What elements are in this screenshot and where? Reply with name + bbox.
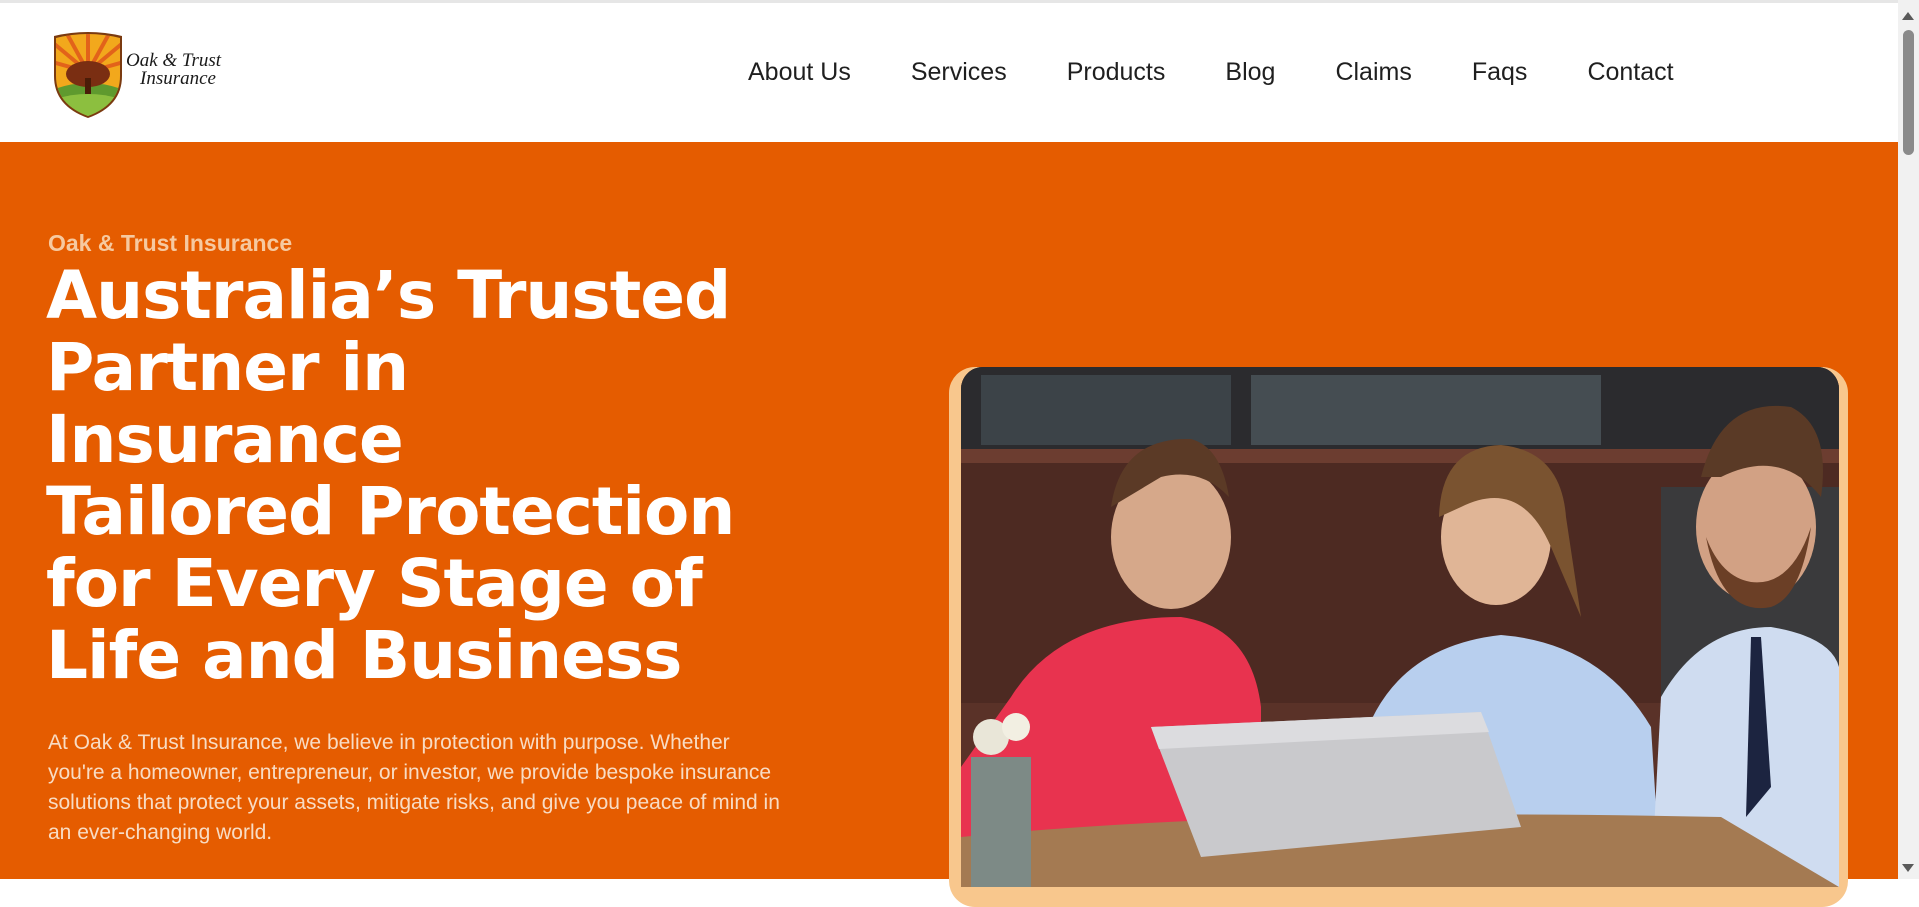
hero-section: Oak & Trust Insurance Australia’s Truste… — [0, 142, 1898, 907]
headline-line: Insurance — [46, 401, 404, 478]
business-meeting-photo — [961, 367, 1839, 887]
brand-name-line2: Insurance — [140, 68, 216, 89]
main-nav: About Us Services Products Blog Claims F… — [748, 57, 1734, 87]
hero-image — [961, 367, 1839, 887]
hero-eyebrow: Oak & Trust Insurance — [48, 230, 293, 256]
nav-link-claims[interactable]: Claims — [1335, 57, 1411, 87]
site-header: Oak & Trust Insurance About Us Services … — [0, 3, 1898, 142]
headline-line: Life and Business — [46, 617, 682, 694]
headline-line: Partner in — [46, 329, 409, 406]
nav-link-about-us[interactable]: About Us — [748, 57, 851, 87]
hero-intro: At Oak & Trust Insurance, we believe in … — [48, 731, 780, 844]
nav-link-products[interactable]: Products — [1067, 57, 1166, 87]
headline-line: Australia’s Trusted — [46, 257, 731, 334]
scroll-down-arrow-icon[interactable] — [1902, 864, 1914, 872]
nav-link-blog[interactable]: Blog — [1225, 57, 1275, 87]
nav-link-services[interactable]: Services — [911, 57, 1007, 87]
brand-name: Oak & Trust Insurance — [126, 51, 221, 89]
hero-headline: Australia’s Trusted Partner in Insurance… — [46, 260, 806, 692]
scrollbar-thumb[interactable] — [1903, 30, 1914, 155]
nav-link-faqs[interactable]: Faqs — [1472, 57, 1528, 87]
brand-logo[interactable]: Oak & Trust Insurance — [52, 30, 232, 120]
headline-line: Tailored Protection — [46, 473, 735, 550]
oak-tree-shield-icon — [54, 32, 122, 118]
headline-line: for Every Stage of — [46, 545, 703, 622]
scroll-up-arrow-icon[interactable] — [1902, 12, 1914, 20]
nav-link-contact[interactable]: Contact — [1587, 57, 1673, 87]
